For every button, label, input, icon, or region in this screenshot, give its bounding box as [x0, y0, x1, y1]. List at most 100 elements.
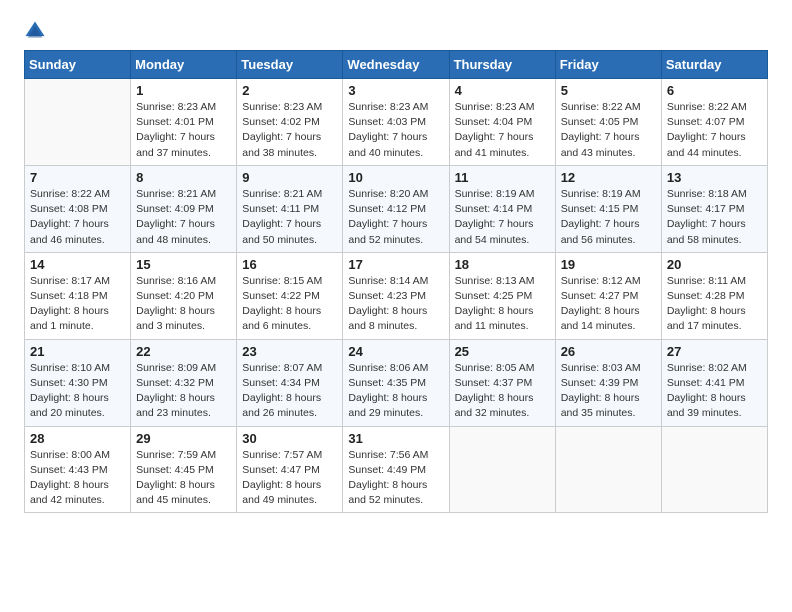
calendar-cell: 22Sunrise: 8:09 AMSunset: 4:32 PMDayligh… — [131, 339, 237, 426]
day-number: 22 — [136, 344, 231, 359]
day-info: Sunrise: 8:14 AMSunset: 4:23 PMDaylight:… — [348, 274, 443, 335]
calendar-cell: 29 Sunrise: 7:59 AMSunset: 4:45 PMDayligh… — [131, 426, 237, 513]
header-monday: Monday — [131, 51, 237, 79]
day-number: 29 — [136, 431, 231, 446]
calendar-cell: 1 Sunrise: 8:23 AMSunset: 4:01 PMDaylight… — [131, 79, 237, 166]
day-info: Sunrise: 8:12 AMSunset: 4:27 PMDaylight:… — [561, 274, 656, 335]
day-number: 20 — [667, 257, 762, 272]
day-info: Sunrise: 8:21 AMSunset: 4:11 PMDaylight:… — [242, 187, 337, 248]
day-number: 4 — [455, 83, 550, 98]
logo-icon — [24, 20, 46, 42]
calendar-cell: 19 Sunrise: 8:12 AMSunset: 4:27 PMDayligh… — [555, 252, 661, 339]
calendar-cell — [25, 79, 131, 166]
day-number: 21 — [30, 344, 125, 359]
day-number: 3 — [348, 83, 443, 98]
day-number: 19 — [561, 257, 656, 272]
calendar-cell: 28Sunrise: 8:00 AMSunset: 4:43 PMDayligh… — [25, 426, 131, 513]
day-info: Sunrise: 8:21 AMSunset: 4:09 PMDaylight:… — [136, 187, 231, 248]
day-info: Sunrise: 8:07 AMSunset: 4:34 PMDaylight:… — [242, 361, 337, 422]
header-wednesday: Wednesday — [343, 51, 449, 79]
day-number: 15 — [136, 257, 231, 272]
day-info: Sunrise: 8:22 AMSunset: 4:07 PMDaylight:… — [667, 100, 762, 161]
day-info: Sunrise: 8:20 AMSunset: 4:12 PMDaylight:… — [348, 187, 443, 248]
calendar-week-4: 21Sunrise: 8:10 AMSunset: 4:30 PMDayligh… — [25, 339, 768, 426]
calendar-cell: 2 Sunrise: 8:23 AMSunset: 4:02 PMDaylight… — [237, 79, 343, 166]
day-number: 12 — [561, 170, 656, 185]
day-info: Sunrise: 8:02 AMSunset: 4:41 PMDaylight:… — [667, 361, 762, 422]
day-number: 2 — [242, 83, 337, 98]
calendar-header-row: SundayMondayTuesdayWednesdayThursdayFrid… — [25, 51, 768, 79]
header-saturday: Saturday — [661, 51, 767, 79]
day-info: Sunrise: 8:23 AMSunset: 4:01 PMDaylight:… — [136, 100, 231, 161]
calendar-cell: 15 Sunrise: 8:16 AMSunset: 4:20 PMDayligh… — [131, 252, 237, 339]
calendar-week-1: 1 Sunrise: 8:23 AMSunset: 4:01 PMDaylight… — [25, 79, 768, 166]
day-info: Sunrise: 8:05 AMSunset: 4:37 PMDaylight:… — [455, 361, 550, 422]
page-header — [24, 20, 768, 42]
day-number: 14 — [30, 257, 125, 272]
day-info: Sunrise: 8:23 AMSunset: 4:02 PMDaylight:… — [242, 100, 337, 161]
calendar-cell — [449, 426, 555, 513]
calendar-cell: 31 Sunrise: 7:56 AMSunset: 4:49 PMDayligh… — [343, 426, 449, 513]
day-number: 5 — [561, 83, 656, 98]
calendar-cell: 5 Sunrise: 8:22 AMSunset: 4:05 PMDaylight… — [555, 79, 661, 166]
day-number: 24 — [348, 344, 443, 359]
day-info: Sunrise: 8:18 AMSunset: 4:17 PMDaylight:… — [667, 187, 762, 248]
day-info: Sunrise: 8:23 AMSunset: 4:04 PMDaylight:… — [455, 100, 550, 161]
day-info: Sunrise: 8:16 AMSunset: 4:20 PMDaylight:… — [136, 274, 231, 335]
day-info: Sunrise: 8:22 AMSunset: 4:05 PMDaylight:… — [561, 100, 656, 161]
calendar-cell: 18 Sunrise: 8:13 AMSunset: 4:25 PMDayligh… — [449, 252, 555, 339]
day-number: 27 — [667, 344, 762, 359]
header-thursday: Thursday — [449, 51, 555, 79]
day-number: 17 — [348, 257, 443, 272]
day-number: 6 — [667, 83, 762, 98]
header-sunday: Sunday — [25, 51, 131, 79]
day-number: 30 — [242, 431, 337, 446]
day-number: 31 — [348, 431, 443, 446]
day-info: Sunrise: 8:23 AMSunset: 4:03 PMDaylight:… — [348, 100, 443, 161]
day-info: Sunrise: 8:03 AMSunset: 4:39 PMDaylight:… — [561, 361, 656, 422]
day-number: 28 — [30, 431, 125, 446]
calendar-cell: 14 Sunrise: 8:17 AMSunset: 4:18 PMDayligh… — [25, 252, 131, 339]
calendar-cell: 11Sunrise: 8:19 AMSunset: 4:14 PMDayligh… — [449, 165, 555, 252]
calendar-cell: 27 Sunrise: 8:02 AMSunset: 4:41 PMDayligh… — [661, 339, 767, 426]
day-number: 18 — [455, 257, 550, 272]
day-number: 23 — [242, 344, 337, 359]
day-info: Sunrise: 8:17 AMSunset: 4:18 PMDaylight:… — [30, 274, 125, 335]
day-info: Sunrise: 7:56 AMSunset: 4:49 PMDaylight:… — [348, 448, 443, 509]
calendar-table: SundayMondayTuesdayWednesdayThursdayFrid… — [24, 50, 768, 513]
day-info: Sunrise: 8:19 AMSunset: 4:15 PMDaylight:… — [561, 187, 656, 248]
calendar-cell: 7Sunrise: 8:22 AMSunset: 4:08 PMDaylight… — [25, 165, 131, 252]
calendar-cell: 4 Sunrise: 8:23 AMSunset: 4:04 PMDaylight… — [449, 79, 555, 166]
calendar-cell: 6 Sunrise: 8:22 AMSunset: 4:07 PMDaylight… — [661, 79, 767, 166]
logo — [24, 20, 50, 42]
calendar-cell: 17 Sunrise: 8:14 AMSunset: 4:23 PMDayligh… — [343, 252, 449, 339]
day-number: 25 — [455, 344, 550, 359]
header-friday: Friday — [555, 51, 661, 79]
calendar-cell: 30 Sunrise: 7:57 AMSunset: 4:47 PMDayligh… — [237, 426, 343, 513]
header-tuesday: Tuesday — [237, 51, 343, 79]
calendar-cell: 3 Sunrise: 8:23 AMSunset: 4:03 PMDaylight… — [343, 79, 449, 166]
day-info: Sunrise: 8:13 AMSunset: 4:25 PMDaylight:… — [455, 274, 550, 335]
day-info: Sunrise: 8:15 AMSunset: 4:22 PMDaylight:… — [242, 274, 337, 335]
calendar-cell — [661, 426, 767, 513]
calendar-cell: 23 Sunrise: 8:07 AMSunset: 4:34 PMDayligh… — [237, 339, 343, 426]
calendar-week-2: 7Sunrise: 8:22 AMSunset: 4:08 PMDaylight… — [25, 165, 768, 252]
calendar-cell: 13 Sunrise: 8:18 AMSunset: 4:17 PMDayligh… — [661, 165, 767, 252]
day-info: Sunrise: 7:59 AMSunset: 4:45 PMDaylight:… — [136, 448, 231, 509]
day-number: 11 — [455, 170, 550, 185]
calendar-cell: 9 Sunrise: 8:21 AMSunset: 4:11 PMDaylight… — [237, 165, 343, 252]
day-number: 26 — [561, 344, 656, 359]
calendar-cell: 24Sunrise: 8:06 AMSunset: 4:35 PMDayligh… — [343, 339, 449, 426]
day-number: 7 — [30, 170, 125, 185]
calendar-cell: 12 Sunrise: 8:19 AMSunset: 4:15 PMDayligh… — [555, 165, 661, 252]
calendar-cell: 8 Sunrise: 8:21 AMSunset: 4:09 PMDaylight… — [131, 165, 237, 252]
day-number: 8 — [136, 170, 231, 185]
day-number: 13 — [667, 170, 762, 185]
calendar-week-5: 28Sunrise: 8:00 AMSunset: 4:43 PMDayligh… — [25, 426, 768, 513]
calendar-cell: 16Sunrise: 8:15 AMSunset: 4:22 PMDayligh… — [237, 252, 343, 339]
day-number: 1 — [136, 83, 231, 98]
calendar-cell: 10Sunrise: 8:20 AMSunset: 4:12 PMDayligh… — [343, 165, 449, 252]
day-number: 9 — [242, 170, 337, 185]
calendar-cell: 20Sunrise: 8:11 AMSunset: 4:28 PMDayligh… — [661, 252, 767, 339]
day-info: Sunrise: 7:57 AMSunset: 4:47 PMDaylight:… — [242, 448, 337, 509]
